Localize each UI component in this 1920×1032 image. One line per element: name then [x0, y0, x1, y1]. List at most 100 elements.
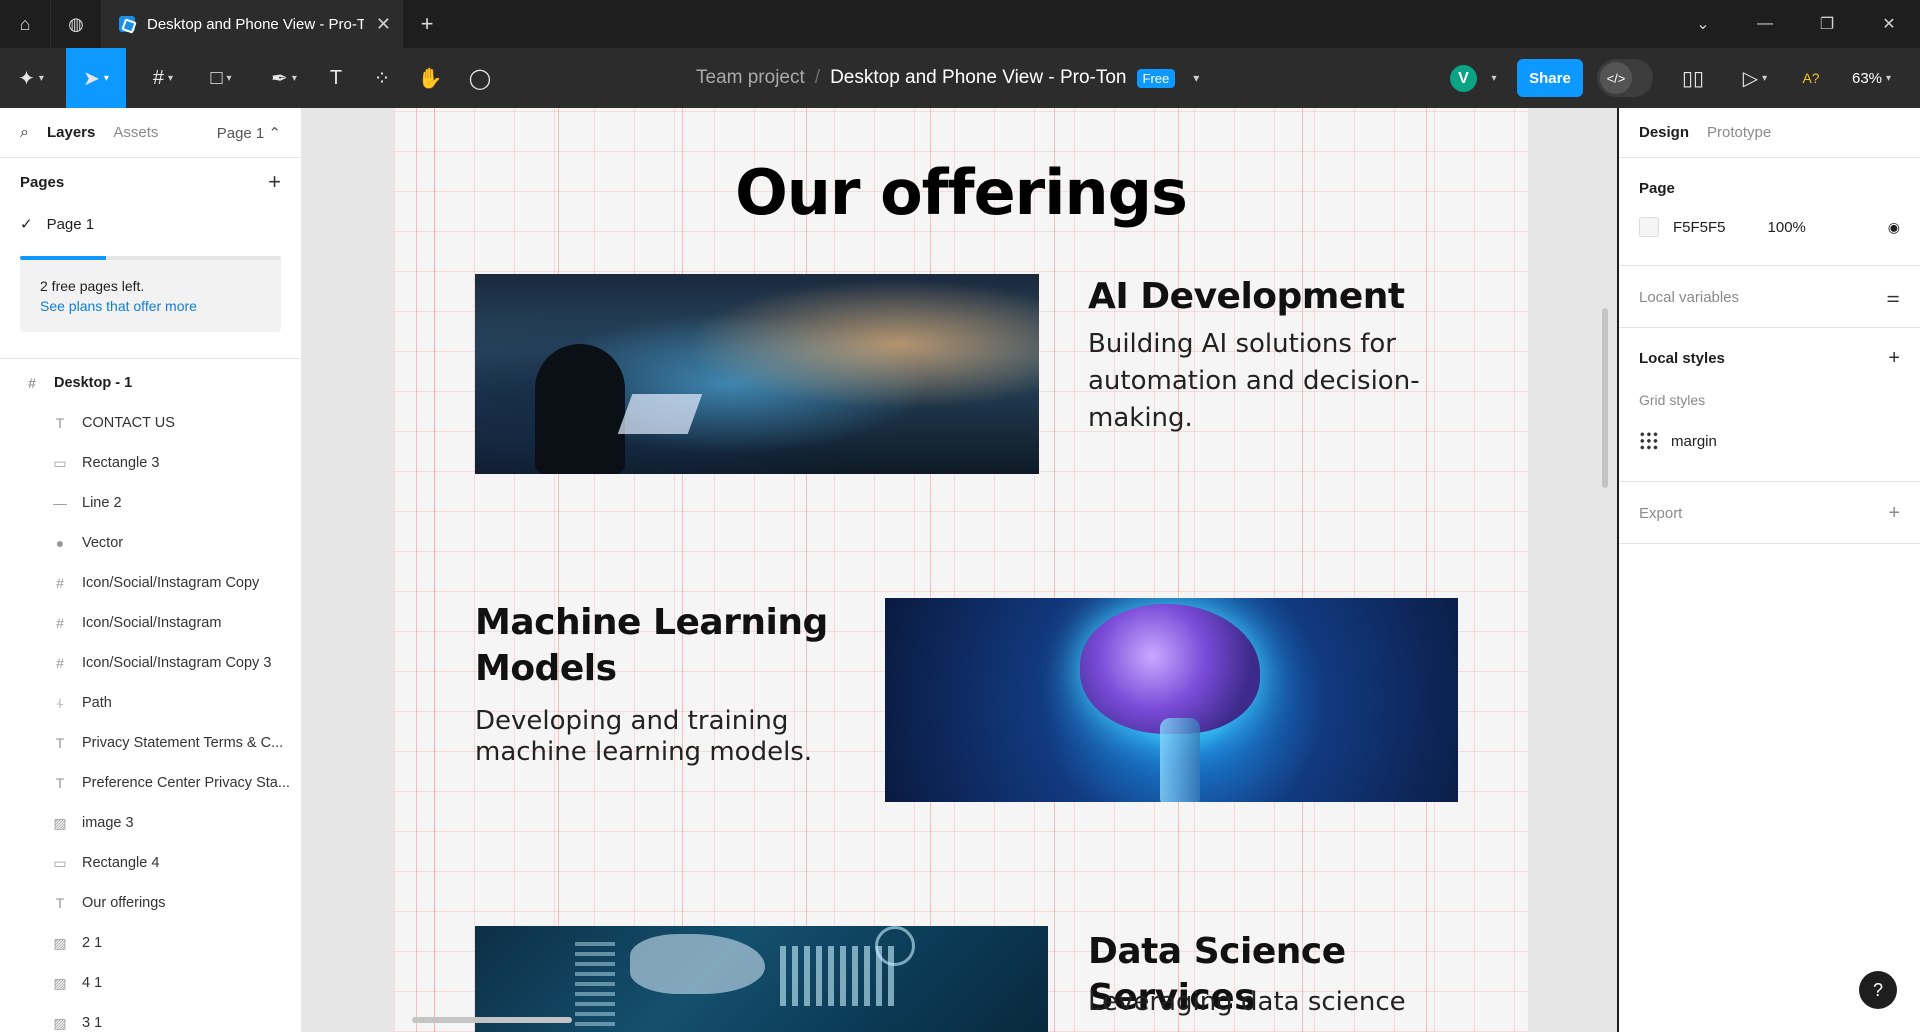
layer-item[interactable]: ⍭ Path [0, 683, 301, 723]
see-plans-link[interactable]: See plans that offer more [40, 296, 261, 316]
page-item[interactable]: ✓ Page 1 [0, 206, 301, 242]
chevron-down-icon[interactable]: ▾ [1482, 48, 1502, 108]
close-window-icon[interactable]: ✕ [1858, 0, 1920, 48]
rectangle-icon: ▭ [53, 454, 67, 471]
service-title[interactable]: AI Development [1088, 274, 1508, 320]
figma-logo-icon: ✦ [18, 67, 35, 90]
page-color-swatch[interactable] [1639, 217, 1659, 237]
add-export-icon[interactable]: + [1888, 502, 1900, 525]
zoom-menu[interactable]: 63% ▾ [1852, 48, 1891, 108]
layer-label: 3 1 [82, 1015, 103, 1031]
file-tab[interactable]: Desktop and Phone View - Pro-Ton ✕ [101, 0, 403, 48]
layer-label: 2 1 [82, 935, 103, 951]
line-icon: — [53, 495, 67, 511]
offerings-heading[interactable]: Our offerings [394, 156, 1528, 229]
main-menu-button[interactable]: ✦ ▾ [0, 48, 62, 108]
layer-label: Privacy Statement Terms & C... [82, 735, 284, 751]
layer-item[interactable]: # Icon/Social/Instagram Copy 3 [0, 643, 301, 683]
dev-mode-toggle[interactable]: </> [1597, 59, 1653, 97]
resources-button[interactable]: ⁘ [362, 48, 402, 108]
tab-design[interactable]: Design [1639, 124, 1689, 141]
team-link[interactable]: Team project [696, 67, 805, 89]
page-selector[interactable]: Page 1 ⌃ [217, 124, 281, 142]
export-row[interactable]: Export + [1639, 482, 1900, 544]
layer-item[interactable]: — Line 2 [0, 483, 301, 523]
layer-item[interactable]: ▨ 2 1 [0, 923, 301, 963]
service-title[interactable]: Machine Learning Models [475, 600, 855, 692]
pen-tool-button[interactable]: ✒ ▾ [256, 48, 312, 108]
text-icon: T [55, 775, 65, 791]
add-style-icon[interactable]: + [1888, 347, 1900, 370]
layer-item[interactable]: ▨ image 3 [0, 803, 301, 843]
tab-assets[interactable]: Assets [113, 124, 158, 141]
restore-icon[interactable]: ❐ [1796, 0, 1858, 48]
layer-item[interactable]: T CONTACT US [0, 403, 301, 443]
column-grid [394, 108, 1528, 1032]
library-button[interactable]: ▯▯ [1673, 48, 1713, 108]
move-tool-button[interactable]: ➤ ▾ [66, 48, 126, 108]
layer-label: Icon/Social/Instagram [82, 615, 222, 631]
comment-tool-button[interactable]: ◯ [460, 48, 500, 108]
avatar[interactable]: V [1450, 65, 1477, 92]
present-button[interactable]: ▷ ▾ [1730, 48, 1780, 108]
ai-development-image[interactable] [475, 274, 1039, 474]
layer-item[interactable]: T Preference Center Privacy Sta... [0, 763, 301, 803]
add-page-icon[interactable]: + [268, 169, 281, 195]
text-tool-button[interactable]: T [316, 48, 356, 108]
layer-item[interactable]: ▭ Rectangle 3 [0, 443, 301, 483]
page-color-value[interactable]: F5F5F5 [1673, 219, 1726, 236]
layer-item[interactable]: T Privacy Statement Terms & C... [0, 723, 301, 763]
image-icon: ▨ [53, 814, 67, 831]
layer-item[interactable]: # Desktop - 1 [0, 363, 301, 403]
eye-icon[interactable]: ◉ [1888, 219, 1900, 236]
local-variables-row[interactable]: Local variables ⚌ [1639, 266, 1900, 328]
share-button[interactable]: Share [1517, 59, 1583, 97]
machine-learning-image[interactable] [885, 598, 1458, 802]
tab-prototype[interactable]: Prototype [1707, 124, 1771, 141]
help-button[interactable]: ? [1859, 971, 1897, 1009]
pen-icon: ✒ [271, 67, 288, 90]
rectangle-icon: □ [210, 66, 223, 89]
vertical-scrollbar[interactable] [1602, 308, 1608, 488]
horizontal-scrollbar[interactable] [412, 1017, 572, 1023]
chevron-down-icon[interactable]: ⌄ [1672, 0, 1734, 48]
minimize-icon[interactable]: — [1734, 0, 1796, 48]
layer-item[interactable]: ▨ 3 1 [0, 1003, 301, 1032]
shape-tool-button[interactable]: □ ▾ [196, 48, 246, 108]
check-icon: ✓ [20, 216, 33, 233]
layer-label: Path [82, 695, 112, 711]
canvas[interactable]: Our offerings AI Development Building AI… [302, 108, 1617, 1032]
layer-item[interactable]: ▨ 4 1 [0, 963, 301, 1003]
zoom-level: 63% [1852, 69, 1883, 87]
sliders-icon[interactable]: ⚌ [1887, 288, 1900, 306]
hand-tool-button[interactable]: ✋ [410, 48, 450, 108]
layer-item[interactable]: # Icon/Social/Instagram Copy [0, 563, 301, 603]
desktop-frame[interactable]: Our offerings AI Development Building AI… [394, 108, 1528, 1032]
new-tab-button[interactable]: + [403, 11, 451, 37]
code-icon: </> [1600, 62, 1632, 94]
pages-header: Pages + [0, 158, 301, 206]
home-icon[interactable]: ⌂ [0, 0, 50, 48]
chart-graphic [575, 936, 615, 1026]
frame-tool-button[interactable]: # ▾ [138, 48, 188, 108]
layer-item[interactable]: ● Vector [0, 523, 301, 563]
page-opacity-value[interactable]: 100% [1768, 219, 1806, 236]
layer-item[interactable]: ▭ Rectangle 4 [0, 843, 301, 883]
chevron-down-icon[interactable]: ▾ [1193, 71, 1199, 85]
globe-icon[interactable]: ◍ [51, 0, 101, 48]
search-icon[interactable]: ⌕ [20, 124, 29, 142]
components-icon: ⁘ [373, 67, 391, 90]
chevron-down-icon: ▾ [226, 72, 232, 84]
service-description[interactable]: Leveraging data science [1088, 984, 1488, 1021]
layer-item[interactable]: T Our offerings [0, 883, 301, 923]
service-description[interactable]: Building AI solutions for automation and… [1088, 326, 1448, 437]
file-name[interactable]: Desktop and Phone View - Pro-Ton [830, 67, 1126, 89]
tab-layers[interactable]: Layers [47, 124, 95, 141]
service-description[interactable]: Developing and training machine learning… [475, 706, 855, 768]
close-tab-icon[interactable]: ✕ [376, 14, 391, 35]
ai-actions-button[interactable]: A? [1796, 48, 1826, 108]
layer-item[interactable]: # Icon/Social/Instagram [0, 603, 301, 643]
plan-badge[interactable]: Free [1136, 68, 1176, 88]
grid-style-item[interactable]: margin [1639, 412, 1900, 470]
text-icon: T [55, 415, 65, 431]
